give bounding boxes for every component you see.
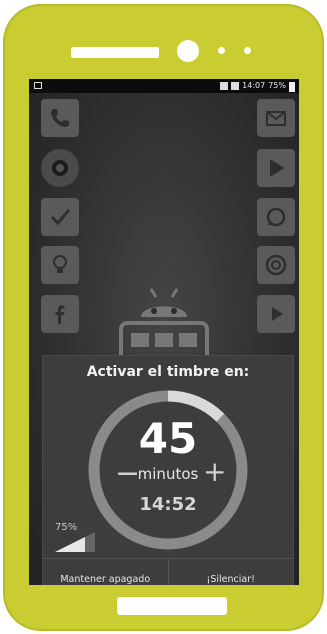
alarm-dialog: Activar el timbre en: 45 − + minutos 14:… (42, 355, 294, 585)
volume-level-fill (55, 537, 85, 552)
keep-off-button[interactable]: Mantener apagado (43, 559, 169, 585)
front-camera (177, 40, 199, 62)
android-robot-icon (119, 288, 209, 363)
signal-icon (220, 82, 229, 90)
dialog-title: Activar el timbre en: (86, 364, 250, 380)
silence-button[interactable]: ¡Silenciar! (169, 559, 294, 585)
dialog-button-bar: Mantener apagado ¡Silenciar! (43, 558, 293, 585)
phone-icon[interactable] (41, 99, 79, 137)
gmail-icon[interactable] (257, 99, 295, 137)
minutes-unit-label: minutos (137, 465, 199, 483)
wifi-icon (231, 82, 240, 90)
screen: 14:07 75% Activar el timbre en: 45 − + m… (29, 79, 299, 585)
image-notification-icon (34, 82, 42, 89)
play-icon[interactable] (257, 295, 295, 333)
chrome-icon[interactable] (257, 246, 295, 284)
whatsapp-icon[interactable] (257, 198, 295, 236)
home-button[interactable] (117, 597, 227, 615)
status-bar: 14:07 75% (29, 79, 299, 93)
sensor-dot (218, 47, 225, 54)
volume-slider[interactable] (55, 532, 95, 552)
target-time: 14:52 (139, 494, 197, 515)
battery-icon (289, 82, 295, 92)
facebook-icon[interactable] (41, 295, 79, 333)
speaker-grille (71, 47, 159, 58)
home-wallpaper: Activar el timbre en: 45 − + minutos 14:… (29, 93, 299, 585)
status-time: 14:07 (242, 81, 266, 90)
camera-icon[interactable] (41, 149, 79, 187)
sensor-dot (244, 47, 251, 54)
check-icon[interactable] (41, 198, 79, 236)
play-store-icon[interactable] (257, 149, 295, 187)
battery-percent: 75% (268, 81, 286, 90)
minutes-value: 45 (138, 414, 198, 463)
lightbulb-icon[interactable] (41, 246, 79, 284)
